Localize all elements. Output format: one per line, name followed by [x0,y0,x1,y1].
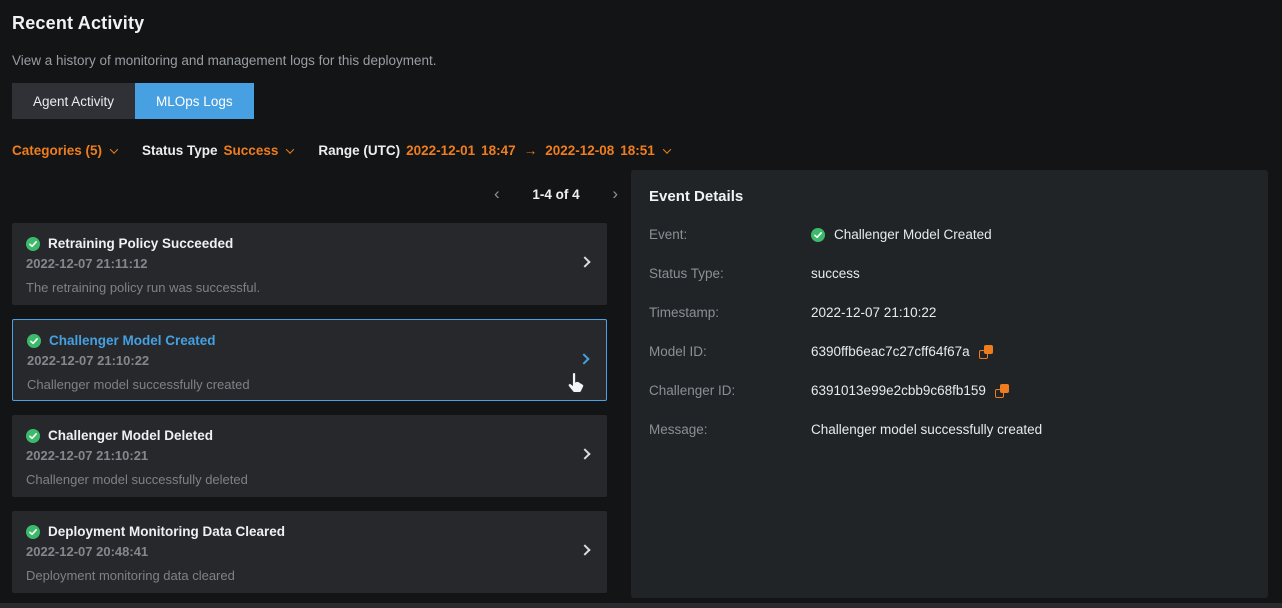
range-end-date: 2022-12-08 [545,143,614,158]
bottom-scrollbar-track[interactable] [0,603,1282,608]
range-arrow-icon: → [524,143,538,158]
tab-agent-activity[interactable]: Agent Activity [12,83,135,119]
detail-value-challenger-id: 6391013e99e2cbb9c68fb159 [811,383,986,398]
detail-value-message: Challenger model successfully created [811,422,1042,437]
event-card-challenger-model-created[interactable]: Challenger Model Created 2022-12-07 21:1… [12,319,607,401]
event-card-title: Challenger Model Created [49,333,216,348]
copy-icon[interactable] [995,384,1009,398]
chevron-down-icon [663,145,671,153]
pagination-label: 1-4 of 4 [532,187,579,202]
event-card-timestamp: 2022-12-07 21:11:12 [26,256,593,271]
categories-filter[interactable]: Categories (5) [12,143,117,158]
detail-row-challenger-id: Challenger ID: 6391013e99e2cbb9c68fb159 [649,381,1250,400]
detail-row-timestamp: Timestamp: 2022-12-07 21:10:22 [649,303,1250,322]
event-list: Retraining Policy Succeeded 2022-12-07 2… [12,223,607,607]
detail-value-event: Challenger Model Created [834,227,992,242]
detail-label: Model ID: [649,344,811,359]
detail-label: Timestamp: [649,305,811,320]
activity-tabs: Agent Activity MLOps Logs [12,83,254,119]
chevron-down-icon [110,145,118,153]
pagination-prev-icon[interactable]: ‹ [494,184,500,204]
chevron-down-icon [286,145,294,153]
pagination: ‹ 1-4 of 4 › [494,184,618,204]
success-check-icon [26,237,40,251]
success-check-icon [26,429,40,443]
range-label: Range (UTC) [318,143,400,158]
detail-row-status-type: Status Type: success [649,264,1250,283]
page-subtitle: View a history of monitoring and managem… [12,53,436,68]
success-check-icon [811,228,825,242]
event-card-title: Challenger Model Deleted [48,428,213,443]
event-card-title: Retraining Policy Succeeded [48,236,233,251]
event-card-title: Deployment Monitoring Data Cleared [48,524,285,539]
event-card-description: Challenger model successfully created [27,377,592,392]
event-card-description: Challenger model successfully deleted [26,472,593,487]
detail-label: Event: [649,227,811,242]
event-card-challenger-model-deleted[interactable]: Challenger Model Deleted 2022-12-07 21:1… [12,415,607,497]
detail-label: Challenger ID: [649,383,811,398]
event-card-description: Deployment monitoring data cleared [26,568,593,583]
event-details-panel: Event Details Event: Challenger Model Cr… [631,170,1268,598]
event-card-timestamp: 2022-12-07 21:10:21 [26,448,593,463]
detail-row-model-id: Model ID: 6390ffb6eac7c27cff64f67a [649,342,1250,361]
event-card-retraining-policy-succeeded[interactable]: Retraining Policy Succeeded 2022-12-07 2… [12,223,607,305]
detail-row-message: Message: Challenger model successfully c… [649,420,1250,439]
detail-value-model-id: 6390ffb6eac7c27cff64f67a [811,344,970,359]
status-type-filter[interactable]: Status Type Success [142,143,293,158]
success-check-icon [27,334,41,348]
range-filter[interactable]: Range (UTC) 2022-12-01 18:47 → 2022-12-0… [318,143,669,158]
event-card-deployment-monitoring-data-cleared[interactable]: Deployment Monitoring Data Cleared 2022-… [12,511,607,593]
detail-label: Message: [649,422,811,437]
detail-value-status-type: success [811,266,860,281]
copy-icon[interactable] [979,345,993,359]
event-card-timestamp: 2022-12-07 20:48:41 [26,544,593,559]
range-start-date: 2022-12-01 [406,143,475,158]
filter-bar: Categories (5) Status Type Success Range… [12,143,670,158]
event-card-description: The retraining policy run was successful… [26,280,593,295]
success-check-icon [26,525,40,539]
range-end-time: 18:51 [620,143,655,158]
event-details-title: Event Details [649,188,1250,205]
tab-mlops-logs[interactable]: MLOps Logs [135,83,254,119]
detail-row-event: Event: Challenger Model Created [649,225,1250,244]
categories-filter-label: Categories (5) [12,143,102,158]
range-start-time: 18:47 [481,143,516,158]
detail-value-timestamp: 2022-12-07 21:10:22 [811,305,936,320]
page-title: Recent Activity [12,13,144,34]
status-type-value: Success [224,143,279,158]
event-card-timestamp: 2022-12-07 21:10:22 [27,353,592,368]
status-type-label: Status Type [142,143,218,158]
detail-label: Status Type: [649,266,811,281]
pagination-next-icon[interactable]: › [612,184,618,204]
